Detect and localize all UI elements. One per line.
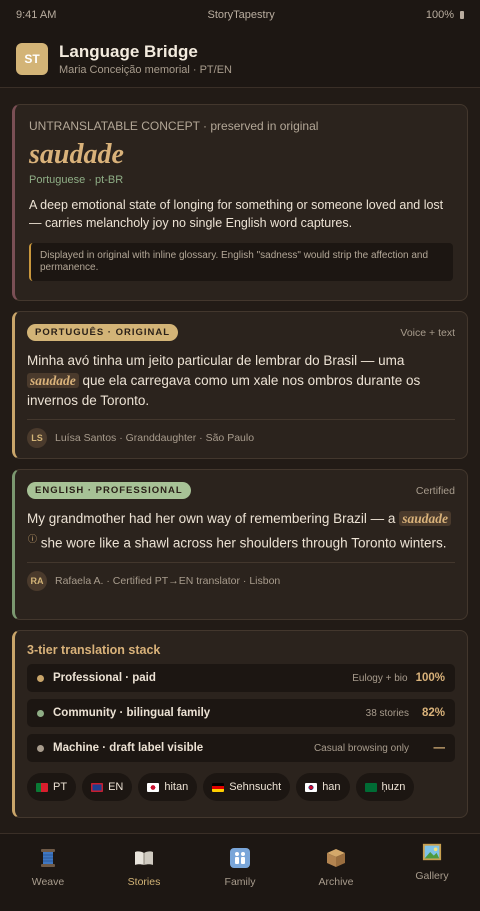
chip-en[interactable]: EN	[82, 773, 133, 801]
english-text-before: My grandmother had her own way of rememb…	[27, 511, 396, 526]
info-icon[interactable]: ⓘ	[28, 529, 37, 549]
tier-name: Machine · draft label visible	[53, 742, 204, 754]
chip-pt[interactable]: PT	[27, 773, 77, 801]
english-pill: ENGLISH · PROFESSIONAL	[27, 482, 191, 499]
concept-card: UNTRANSLATABLE CONCEPT · preserved in or…	[12, 104, 468, 301]
tier-name: Community · bilingual family	[53, 707, 211, 719]
status-time: 9:41 AM	[16, 9, 57, 21]
tier-note: Eulogy + bio	[352, 672, 408, 684]
tier-name: Professional · paid	[53, 672, 156, 684]
attribution-text: Luísa Santos · Granddaughter · São Paulo	[55, 432, 255, 444]
tab-archive[interactable]: Archive	[296, 848, 376, 911]
tier-row-professional[interactable]: Professional · paid Eulogy + bio 100%	[27, 664, 455, 692]
original-pill: PORTUGUÊS · ORIGINAL	[27, 324, 179, 341]
tier-note: Casual browsing only	[313, 742, 409, 754]
english-body: My grandmother had her own way of rememb…	[27, 509, 455, 554]
status-app-name: StoryTapestry	[207, 9, 275, 21]
language-chips: PT EN hitan Sehnsucht han ḥuzn	[27, 773, 455, 801]
tab-stories[interactable]: Stories	[104, 848, 184, 911]
chip-label: ḥuzn	[381, 781, 406, 793]
chip-sehnsucht[interactable]: Sehnsucht	[203, 773, 291, 801]
tier-dot-icon	[37, 744, 44, 752]
tier-value: —	[433, 742, 446, 754]
glossary-note: Displayed in original with inline glossa…	[29, 243, 453, 281]
tab-label: Archive	[318, 876, 354, 888]
tab-family[interactable]: Family	[200, 848, 280, 911]
app-avatar[interactable]: ST	[16, 42, 48, 75]
box-icon	[326, 848, 346, 868]
original-text-after: que ela carregava como um xale nos ombro…	[27, 373, 421, 408]
tier-dot-icon	[37, 709, 44, 717]
family-icon	[230, 848, 250, 868]
flag-korea-icon	[305, 782, 318, 792]
english-attribution: RA Rafaela A. · Certified PT→EN translat…	[27, 570, 455, 591]
tier-value: 82%	[421, 707, 445, 719]
divider	[27, 561, 455, 563]
flag-portugal-icon	[36, 782, 48, 792]
tier-dot-icon	[37, 674, 44, 682]
flag-uk-icon	[91, 782, 104, 792]
english-inline-word[interactable]: saudade	[399, 511, 451, 526]
original-text-before: Minha avó tinha um jeito particular de l…	[27, 353, 405, 368]
picture-icon	[422, 842, 442, 862]
chip-huzn[interactable]: ḥuzn	[355, 773, 415, 801]
page-title: Language Bridge	[59, 41, 198, 61]
status-bar: 9:41 AM StoryTapestry 100%	[0, 0, 480, 30]
tab-label: Family	[224, 876, 256, 888]
chip-hitan[interactable]: hitan	[138, 773, 198, 801]
english-text-after: she wore like a shawl across her shoulde…	[40, 535, 447, 551]
battery-icon	[460, 11, 464, 19]
flag-germany-icon	[212, 782, 225, 792]
chip-han[interactable]: han	[296, 773, 350, 801]
main-content: UNTRANSLATABLE CONCEPT · preserved in or…	[0, 88, 480, 818]
avatar: LS	[27, 428, 47, 448]
tab-label: Weave	[31, 876, 65, 888]
original-meta: Voice + text	[400, 326, 455, 339]
concept-description: A deep emotional state of longing for so…	[29, 198, 444, 230]
tab-label: Gallery	[415, 870, 449, 882]
tier-value: 100%	[415, 672, 445, 684]
tab-weave[interactable]: Weave	[8, 848, 88, 911]
chip-label: Sehnsucht	[229, 781, 282, 793]
app-header: ST Language Bridge Maria Conceição memor…	[0, 30, 480, 88]
attribution-text: Rafaela A. · Certified PT→EN translator …	[55, 574, 281, 587]
chip-label: PT	[53, 781, 68, 793]
tier-row-community[interactable]: Community · bilingual family 38 stories …	[27, 699, 455, 727]
tab-gallery[interactable]: Gallery	[392, 843, 472, 911]
book-icon	[134, 848, 154, 868]
original-attribution: LS Luísa Santos · Granddaughter · São Pa…	[27, 428, 455, 448]
original-text-card[interactable]: PORTUGUÊS · ORIGINAL Voice + text Minha …	[12, 311, 468, 459]
avatar: RA	[27, 570, 47, 591]
concept-word: saudade	[29, 139, 124, 170]
chip-label: hitan	[164, 781, 189, 793]
spool-icon	[38, 848, 58, 868]
flag-saudi-icon	[364, 782, 377, 792]
chip-label: EN	[108, 781, 124, 793]
tab-label: Stories	[127, 876, 161, 888]
tier-note: 38 stories	[365, 707, 409, 719]
concept-kicker: UNTRANSLATABLE CONCEPT · preserved in or…	[29, 119, 319, 133]
translation-stack-card: 3-tier translation stack Professional · …	[12, 630, 468, 818]
chip-label: han	[322, 781, 341, 793]
bottom-tab-bar: Weave Stories Family Archive Gallery	[0, 833, 480, 911]
flag-japan-icon	[147, 782, 160, 792]
english-text-card[interactable]: ENGLISH · PROFESSIONAL Certified My gran…	[12, 469, 468, 620]
divider	[27, 419, 455, 420]
stack-title: 3-tier translation stack	[27, 643, 161, 657]
tier-row-machine[interactable]: Machine · draft label visible Casual bro…	[27, 734, 455, 762]
original-body: Minha avó tinha um jeito particular de l…	[27, 351, 455, 411]
battery-level: 100%	[425, 9, 454, 21]
english-meta: Certified	[415, 484, 455, 497]
status-battery: 100%	[426, 9, 464, 21]
concept-language: Portuguese · pt-BR	[29, 174, 124, 186]
page-subtitle: Maria Conceição memorial · PT/EN	[59, 63, 232, 76]
original-inline-word[interactable]: saudade	[27, 373, 79, 388]
